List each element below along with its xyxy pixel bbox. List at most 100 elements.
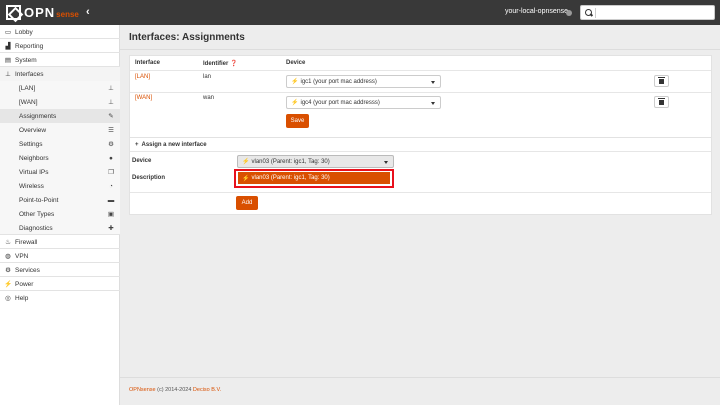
- column-header-interface: Interface: [135, 60, 161, 66]
- sidebar-item-reporting[interactable]: ▟ Reporting: [0, 39, 120, 53]
- list-icon: ☰: [108, 127, 114, 134]
- sidebar-item-label: Lobby: [15, 28, 33, 36]
- status-indicator-icon[interactable]: [566, 10, 572, 16]
- column-header-identifier: Identifier ❓: [203, 61, 238, 67]
- sidebar-item-assignments[interactable]: Assignments ✎: [0, 109, 120, 123]
- sidebar-item-interfaces[interactable]: ⊥ Interfaces: [0, 67, 120, 81]
- sidebar-item-lan[interactable]: [LAN] ⊥: [0, 81, 120, 95]
- help-icon[interactable]: ❓: [230, 61, 237, 67]
- sidebar-item-firewall[interactable]: ♨ Firewall: [0, 235, 120, 249]
- sidebar-item-label: Services: [15, 266, 40, 274]
- footer: OPNsense (c) 2014-2024 Deciso B.V.: [129, 387, 221, 393]
- hostname-label[interactable]: your-local-opnsense: [505, 8, 568, 15]
- lifebuoy-icon: ◎: [5, 295, 11, 302]
- drive-icon: ▬: [107, 196, 115, 204]
- description-label: Description: [132, 175, 166, 181]
- caret-down-icon: [431, 102, 435, 105]
- plus-icon: +: [135, 142, 139, 148]
- sidebar-item-overview[interactable]: Overview ☰: [0, 123, 120, 137]
- sitemap-icon: ⊥: [108, 85, 114, 92]
- interface-link-wan[interactable]: [WAN]: [135, 95, 152, 101]
- plug-icon: ⚡: [291, 79, 299, 85]
- column-header-device: Device: [286, 60, 306, 66]
- collapse-sidebar-icon[interactable]: ‹: [86, 6, 90, 18]
- sidebar-item-label: System: [15, 56, 37, 64]
- save-button[interactable]: Save: [286, 114, 309, 128]
- sidebar-item-label: Reporting: [15, 42, 44, 50]
- sidebar-item-label: [LAN]: [19, 84, 36, 92]
- search-input[interactable]: [580, 5, 715, 20]
- fire-icon: ♨: [5, 239, 11, 246]
- pencil-icon: ✎: [108, 113, 114, 120]
- sidebar-item-other-types[interactable]: Other Types ▣: [0, 207, 120, 221]
- sidebar-item-virtual-ips[interactable]: Virtual IPs ❐: [0, 165, 120, 179]
- assign-new-interface-panel: + Assign a new interface Device ⚡ vlan03 …: [129, 137, 712, 215]
- sidebar-item-system[interactable]: ▤ System: [0, 53, 120, 67]
- sidebar-item-label: Overview: [19, 126, 47, 134]
- logo-mark-icon: [6, 5, 21, 20]
- cogs-icon: ⚙: [108, 141, 114, 148]
- sidebar-item-label: VPN: [15, 252, 29, 260]
- sitemap-icon: ⊥: [108, 99, 114, 106]
- sidebar-item-label: Assignments: [19, 112, 57, 120]
- sidebar: ▭ Lobby ▟ Reporting ▤ System ⊥ Interface…: [0, 25, 120, 405]
- sidebar-item-label: Point-to-Point: [19, 196, 59, 204]
- device-select-value: igc4 (your port mac addresss): [300, 99, 380, 106]
- sidebar-item-neighbors[interactable]: Neighbors ●: [0, 151, 120, 165]
- sidebar-item-label: Wireless: [19, 182, 44, 190]
- sidebar-item-wan[interactable]: [WAN] ⊥: [0, 95, 120, 109]
- logo-text: OPN: [24, 5, 56, 20]
- footer-brand-link[interactable]: OPNsense: [129, 387, 156, 393]
- device-select-wan[interactable]: ⚡ igc4 (your port mac addresss): [286, 96, 441, 109]
- page-title: Interfaces: Assignments: [129, 32, 245, 43]
- assign-new-interface-heading: + Assign a new interface: [135, 142, 207, 148]
- dropdown-option-vlan03[interactable]: ⚡ vlan03 (Parent: igc1, Tag: 30): [238, 172, 390, 184]
- device-select-value: igc1 (your port mac address): [300, 78, 377, 85]
- sidebar-item-point-to-point[interactable]: Point-to-Point ▬: [0, 193, 120, 207]
- device-label: Device: [132, 158, 152, 164]
- new-device-select[interactable]: ⚡ vlan03 (Parent: igc1, Tag: 30): [237, 155, 394, 168]
- plug-icon: ⚡: [242, 159, 250, 165]
- sidebar-item-label: Diagnostics: [19, 224, 53, 232]
- device-select-lan[interactable]: ⚡ igc1 (your port mac address): [286, 75, 441, 88]
- sidebar-item-label: Neighbors: [19, 154, 49, 162]
- caret-down-icon: [384, 161, 388, 164]
- sidebar-item-label: [WAN]: [19, 98, 38, 106]
- sidebar-item-settings[interactable]: Settings ⚙: [0, 137, 120, 151]
- sidebar-item-diagnostics[interactable]: Diagnostics ✚: [0, 221, 120, 235]
- device-select-value: vlan03 (Parent: igc1, Tag: 30): [251, 158, 330, 165]
- archive-icon: ▣: [107, 211, 115, 218]
- footer-company-link[interactable]: Deciso B.V.: [193, 387, 221, 393]
- plug-icon: ⚡: [291, 100, 299, 106]
- identifier-lan: lan: [203, 74, 212, 80]
- sidebar-item-label: Firewall: [15, 238, 38, 246]
- sidebar-item-label: Settings: [19, 140, 43, 148]
- chart-icon: ▟: [5, 43, 11, 50]
- trash-icon: [658, 77, 665, 84]
- sidebar-item-help[interactable]: ◎ Help: [0, 291, 120, 305]
- sidebar-item-label: Help: [15, 294, 29, 302]
- sidebar-item-power[interactable]: ⚡ Power: [0, 277, 120, 291]
- delete-wan-button[interactable]: [654, 96, 669, 108]
- dropdown-option-label: vlan03 (Parent: igc1, Tag: 30): [251, 175, 330, 181]
- sidebar-item-label: Virtual IPs: [19, 168, 49, 176]
- wifi-icon: ◔: [109, 182, 113, 190]
- medkit-icon: ✚: [108, 225, 114, 232]
- sidebar-item-label: Power: [15, 280, 34, 288]
- cog-icon: ⚙: [5, 267, 11, 274]
- sidebar-item-vpn[interactable]: ◍ VPN: [0, 249, 120, 263]
- globe-icon: ◍: [5, 253, 11, 260]
- opnsense-logo[interactable]: OPN sense: [6, 4, 79, 21]
- add-button[interactable]: Add: [236, 196, 258, 210]
- sidebar-item-lobby[interactable]: ▭ Lobby: [0, 25, 120, 39]
- sitemap-icon: ⊥: [5, 71, 11, 78]
- users-icon: ●: [109, 154, 113, 162]
- plug-icon: ⚡: [242, 175, 250, 182]
- sidebar-item-label: Other Types: [19, 210, 55, 218]
- sidebar-item-services[interactable]: ⚙ Services: [0, 263, 120, 277]
- logo-sense-text: sense: [56, 10, 79, 19]
- interface-link-lan[interactable]: [LAN]: [135, 74, 150, 80]
- sidebar-item-wireless[interactable]: Wireless ◔: [0, 179, 120, 193]
- main-content: Interfaces: Assignments Interface Identi…: [120, 25, 720, 405]
- delete-lan-button[interactable]: [654, 75, 669, 87]
